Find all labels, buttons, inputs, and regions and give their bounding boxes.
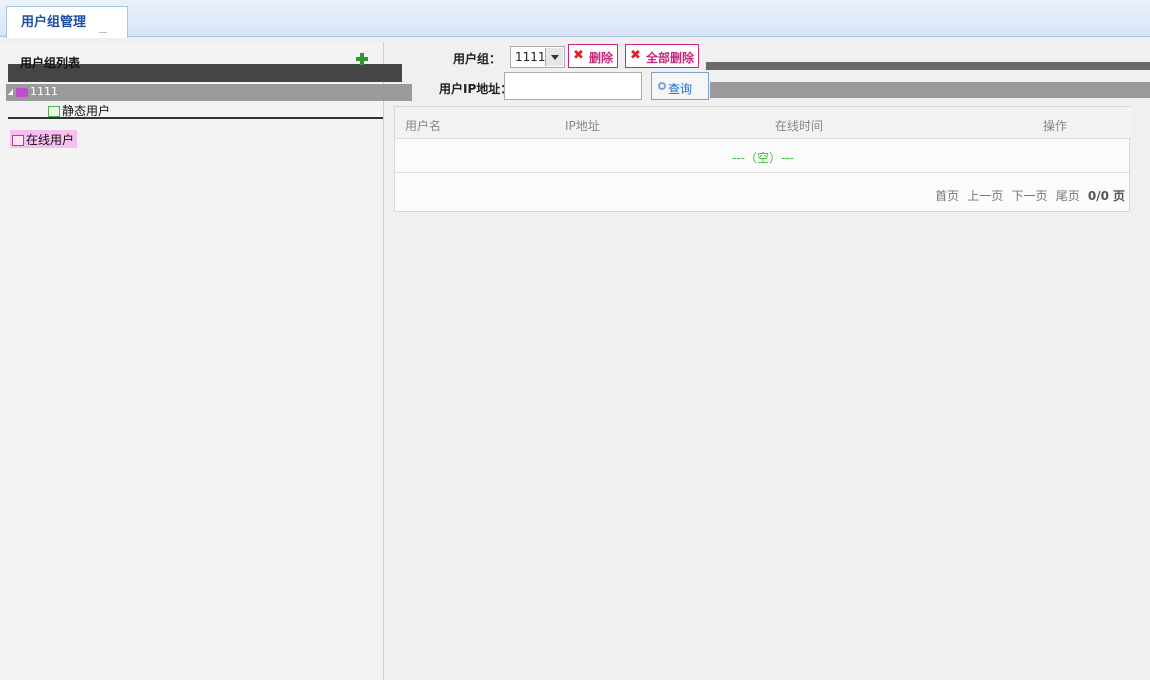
add-group-icon[interactable] — [356, 53, 368, 65]
query-button-label: 查询 — [668, 82, 693, 96]
tree-node-online-users[interactable]: 在线用户 — [10, 130, 78, 148]
group-select-value: 1111 — [515, 50, 546, 64]
user-list-icon — [12, 135, 24, 146]
delete-button-label: 删除 — [589, 51, 614, 65]
last-page-link[interactable]: 尾页 — [1056, 189, 1080, 203]
tree-node-static-users[interactable]: 静态用户 — [8, 104, 383, 119]
delete-icon: ✖ — [573, 48, 584, 63]
tree-node-root[interactable]: 1111 — [6, 84, 412, 101]
group-tree-header: 用户组列表 — [8, 44, 403, 84]
chevron-down-icon[interactable] — [545, 48, 563, 66]
tree-node-label: 1111 — [30, 85, 58, 98]
tree-node-label: 在线用户 — [26, 133, 75, 147]
group-tree-panel: 用户组列表 1111 静态用户 在线用户 — [0, 42, 412, 680]
delete-all-button[interactable]: ✖ 全部删除 — [625, 44, 700, 68]
column-header: 用户名 — [405, 119, 442, 133]
query-button[interactable]: 查询 — [651, 72, 709, 100]
delete-icon: ✖ — [630, 48, 641, 63]
user-list-icon — [48, 106, 60, 117]
page-unit: 页 — [1112, 189, 1125, 203]
pagination: 首页 上一页 下一页 尾页 0/0 页 — [931, 187, 1125, 204]
search-icon — [658, 82, 666, 90]
delete-button[interactable]: ✖ 删除 — [568, 44, 619, 68]
column-header: 操作 — [1043, 119, 1068, 133]
delete-all-button-label: 全部删除 — [646, 51, 695, 65]
ip-address-input[interactable] — [504, 72, 642, 100]
tab-divider — [99, 32, 107, 33]
column-header: 在线时间 — [775, 119, 824, 133]
users-table: 用户名 IP地址 在线时间 操作 ---（空）--- 首页 上一页 下一页 尾页… — [394, 106, 1131, 212]
table-header: 用户名 IP地址 在线时间 操作 — [395, 107, 1131, 139]
group-select[interactable]: 1111 — [510, 46, 565, 68]
ip-address-label: 用户IP地址： — [439, 82, 513, 96]
first-page-link[interactable]: 首页 — [935, 189, 959, 203]
folder-icon — [16, 87, 28, 97]
toolbar-strip — [710, 82, 1150, 98]
empty-placeholder: ---（空）--- — [395, 141, 1131, 173]
tree-node-label: 静态用户 — [62, 104, 111, 118]
group-tree-title: 用户组列表 — [20, 56, 81, 70]
column-header: IP地址 — [565, 119, 600, 133]
prev-page-link[interactable]: 上一页 — [967, 189, 1003, 203]
toolbar-strip — [706, 62, 1150, 70]
expand-arrow-icon[interactable] — [8, 89, 13, 95]
tab-user-group-management[interactable]: 用户组管理 — [6, 6, 128, 38]
next-page-link[interactable]: 下一页 — [1011, 189, 1047, 203]
tab-bar: 用户组管理 — [0, 0, 1150, 38]
tab-label: 用户组管理 — [21, 15, 87, 30]
group-select-label: 用户组： — [453, 52, 502, 66]
page-info: 0/0 — [1087, 189, 1109, 203]
